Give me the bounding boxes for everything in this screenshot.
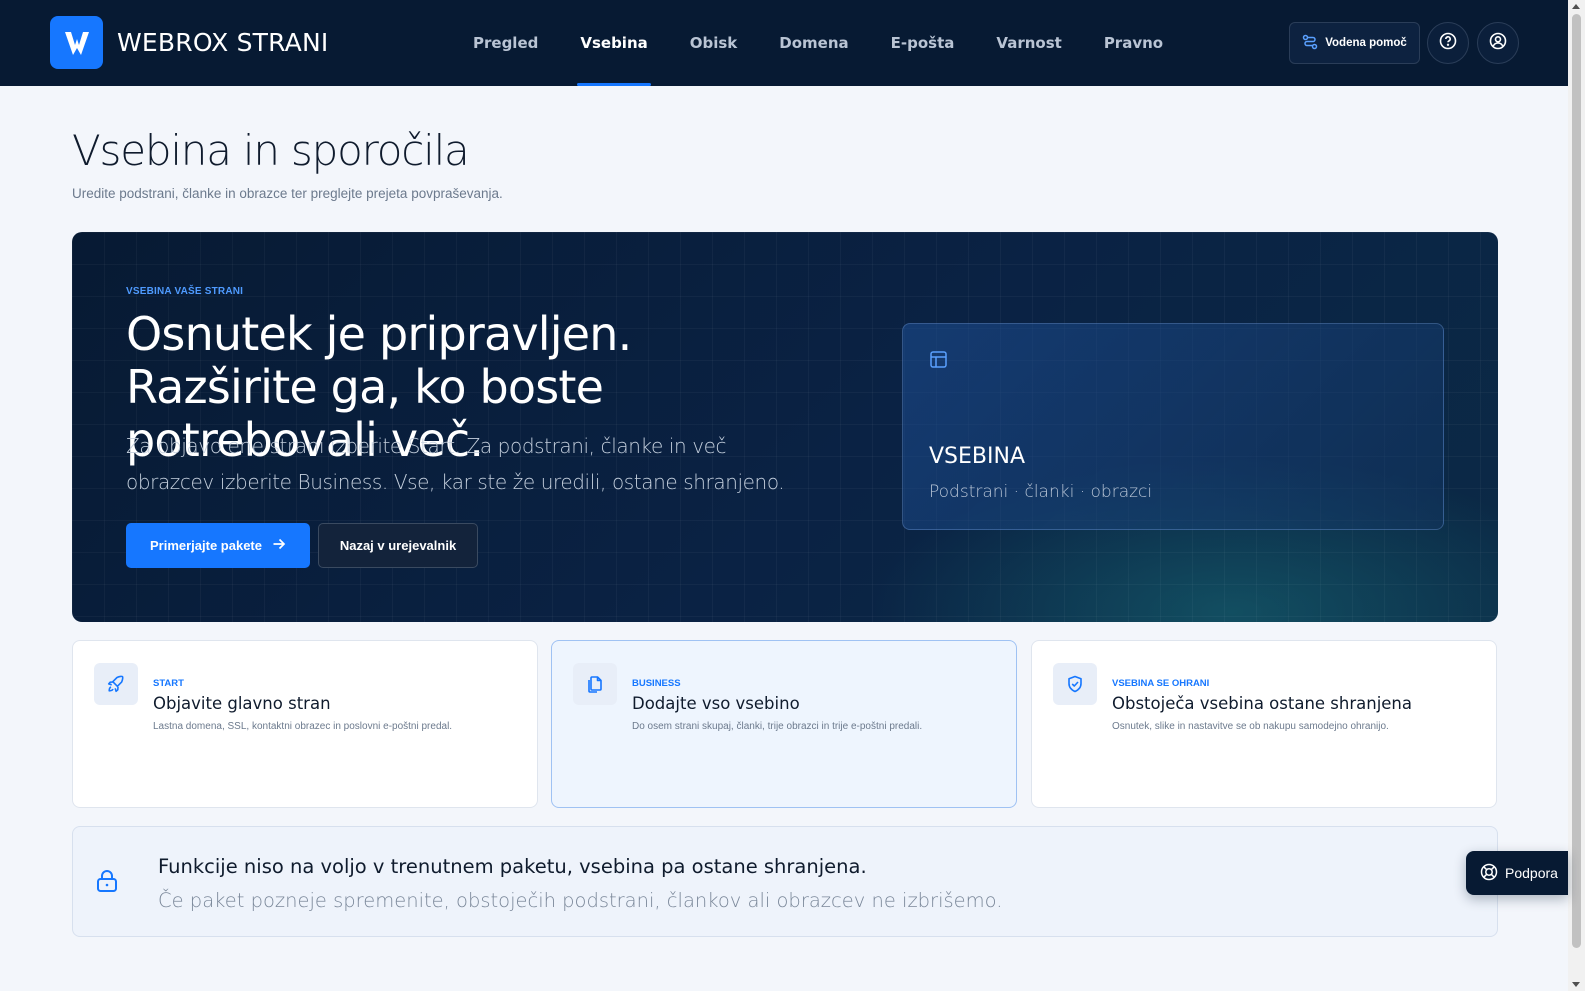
scroll-thumb[interactable] [1572, 14, 1581, 948]
hero-text: Za objavo ene strani izberite Start. Za … [126, 434, 785, 494]
nav-item-vsebina[interactable]: Vsebina [559, 0, 668, 86]
plan-label: START [153, 678, 184, 689]
scroll-down-icon[interactable] [1572, 982, 1580, 987]
brand-logo-icon [50, 16, 103, 69]
plan-title: Obstoječa vsebina ostane shranjena [1112, 694, 1413, 713]
scroll-up-icon[interactable] [1572, 4, 1580, 9]
plan-title: Objavite glavno stran [153, 694, 331, 713]
layout-icon [929, 350, 948, 374]
rocket-icon [94, 663, 138, 705]
lifebuoy-icon [1480, 863, 1498, 884]
guided-help-button[interactable]: Vodena pomoč [1289, 22, 1420, 64]
plan-description: Do osem strani skupaj, članki, trije obr… [632, 721, 923, 732]
support-label: Podpora [1505, 865, 1558, 881]
nav-item-domena[interactable]: Domena [758, 0, 869, 86]
shield-check-icon [1053, 663, 1097, 705]
top-navigation-bar: WEBROX STRANI Pregled Vsebina Obisk Dome… [0, 0, 1568, 86]
help-button[interactable] [1427, 22, 1469, 64]
back-to-editor-button[interactable]: Nazaj v urejevalnik [318, 523, 478, 568]
nav-item-pregled[interactable]: Pregled [452, 0, 559, 86]
page-scrollbar[interactable] [1568, 0, 1585, 991]
nav-item-obisk[interactable]: Obisk [669, 0, 759, 86]
plan-card-business[interactable]: BUSINESS Dodajte vso vsebino Do osem str… [551, 640, 1017, 808]
brand[interactable]: WEBROX STRANI [50, 16, 328, 69]
route-icon [1302, 34, 1318, 53]
guided-help-label: Vodena pomoč [1325, 37, 1407, 49]
brand-name: WEBROX STRANI [117, 28, 329, 57]
plan-description: Osnutek, slike in nastavitve se ob nakup… [1112, 721, 1389, 732]
support-button[interactable]: Podpora [1466, 851, 1568, 895]
user-circle-icon [1489, 32, 1507, 55]
preview-card-title: VSEBINA [929, 444, 1026, 469]
compare-plans-label: Primerjajte pakete [149, 538, 262, 553]
question-circle-icon [1439, 32, 1457, 55]
nav-item-pravno[interactable]: Pravno [1083, 0, 1184, 86]
compare-plans-button[interactable]: Primerjajte pakete [126, 523, 310, 568]
plan-description: Lastna domena, SSL, kontaktni obrazec in… [153, 721, 453, 732]
plan-label: VSEBINA SE OHRANI [1112, 678, 1210, 689]
plan-limit-notice: Funkcije niso na voljo v trenutnem paket… [72, 826, 1498, 937]
pages-icon [573, 663, 617, 705]
account-button[interactable] [1477, 22, 1519, 64]
notice-text: Če paket pozneje spremenite, obstoječih … [158, 889, 1003, 912]
lock-icon [96, 869, 118, 898]
preview-card-subtitle: Podstrani · članki · obrazci [929, 482, 1153, 502]
plan-card-start[interactable]: START Objavite glavno stran Lastna domen… [72, 640, 538, 808]
hero-eyebrow: VSEBINA VAŠE STRANI [126, 286, 244, 297]
notice-title: Funkcije niso na voljo v trenutnem paket… [158, 855, 867, 878]
nav-item-eposta[interactable]: E-pošta [870, 0, 976, 86]
page-title: Vsebina in sporočila [72, 126, 470, 175]
plan-card-content-kept[interactable]: VSEBINA SE OHRANI Obstoječa vsebina osta… [1031, 640, 1497, 808]
plan-title: Dodajte vso vsebino [632, 694, 800, 713]
arrow-right-icon [272, 537, 286, 554]
nav-item-varnost[interactable]: Varnost [975, 0, 1082, 86]
upgrade-hero: VSEBINA VAŠE STRANI Osnutek je pripravlj… [72, 232, 1498, 622]
content-preview-card: VSEBINA Podstrani · članki · obrazci [902, 323, 1444, 530]
plan-label: BUSINESS [632, 678, 681, 689]
page-subtitle: Uredite podstrani, članke in obrazce ter… [72, 186, 503, 201]
main-nav: Pregled Vsebina Obisk Domena E-pošta Var… [452, 0, 1184, 86]
